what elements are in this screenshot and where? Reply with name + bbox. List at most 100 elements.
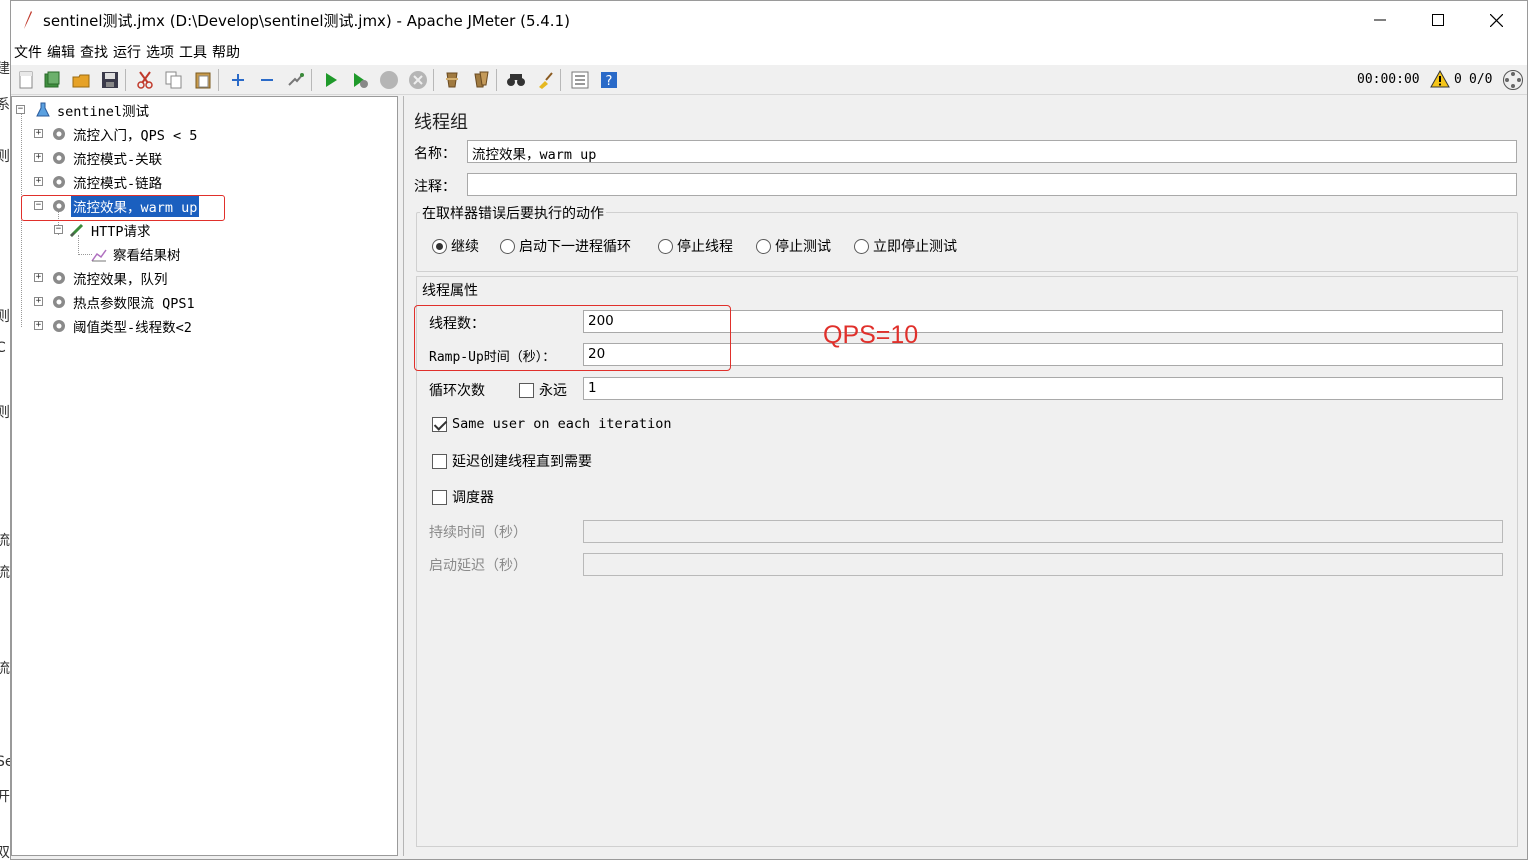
comment-field[interactable] bbox=[467, 173, 1517, 196]
comment-label: 注释： bbox=[414, 179, 456, 195]
menu-tools[interactable]: 工具 bbox=[178, 42, 211, 62]
delay-thread-creation-checkbox[interactable]: 延迟创建线程直到需要 bbox=[432, 451, 592, 471]
maximize-button[interactable] bbox=[1409, 1, 1467, 39]
scheduler-checkbox[interactable]: 调度器 bbox=[432, 487, 494, 507]
bg-fragment: 则 bbox=[0, 149, 10, 165]
toggle-button[interactable] bbox=[285, 69, 307, 91]
copy-button[interactable] bbox=[163, 69, 185, 91]
close-button[interactable] bbox=[1467, 1, 1525, 39]
function-helper-icon bbox=[571, 71, 589, 89]
radio-stop-test[interactable]: 停止测试 bbox=[756, 236, 831, 256]
gear-icon bbox=[53, 296, 65, 308]
open-button[interactable] bbox=[70, 69, 92, 91]
menu-run[interactable]: 运行 bbox=[112, 42, 145, 62]
startup-delay-label: 启动延迟（秒） bbox=[429, 558, 527, 574]
new-button[interactable] bbox=[15, 69, 37, 91]
bg-fragment: 开 bbox=[0, 789, 10, 805]
test-plan-flask-icon bbox=[36, 102, 50, 117]
shutdown-icon bbox=[409, 71, 427, 89]
close-icon bbox=[1489, 13, 1503, 27]
bg-fragment: 流 bbox=[0, 533, 10, 549]
tree-item-thread-group[interactable]: + 流控模式-关联 bbox=[34, 147, 164, 169]
new-icon bbox=[19, 71, 33, 89]
name-field[interactable]: 流控效果，warm up bbox=[467, 140, 1517, 163]
svg-text:?: ? bbox=[606, 74, 613, 89]
tree-item-thread-group[interactable]: + 流控入门，QPS < 5 bbox=[34, 123, 199, 145]
toolbar-separator bbox=[496, 69, 497, 91]
thread-group-editor: 线程组 名称： 流控效果，warm up 注释： 在取样器错误后要执行的动作 继… bbox=[403, 96, 1527, 856]
forever-checkbox[interactable]: 永远 bbox=[519, 380, 567, 400]
expand-toggle-icon[interactable]: + bbox=[34, 273, 43, 282]
toolbar-separator bbox=[125, 69, 126, 91]
clear-icon bbox=[446, 72, 458, 88]
menu-file[interactable]: 文件 bbox=[13, 42, 46, 62]
collapse-icon bbox=[261, 79, 273, 81]
help-button[interactable]: ? bbox=[598, 69, 620, 91]
bg-fragment: 双 bbox=[0, 845, 10, 861]
collapse-toggle-icon[interactable]: − bbox=[16, 105, 25, 114]
tree-item-thread-group[interactable]: + 热点参数限流 QPS1 bbox=[34, 291, 197, 313]
title-bar[interactable]: sentinel测试.jmx (D:\Develop\sentinel测试.jm… bbox=[11, 1, 1527, 39]
tree-item-label: 流控入门，QPS < 5 bbox=[73, 128, 198, 144]
startup-delay-field[interactable] bbox=[583, 553, 1503, 576]
expand-toggle-icon[interactable]: + bbox=[34, 321, 43, 330]
tree-item-thread-group[interactable]: + 流控效果，队列 bbox=[34, 267, 170, 289]
expand-toggle-icon[interactable]: + bbox=[34, 177, 43, 186]
tree-root[interactable]: − sentinel测试 bbox=[16, 99, 151, 121]
expand-toggle-icon[interactable]: + bbox=[34, 153, 43, 162]
expand-toggle-icon[interactable]: + bbox=[34, 297, 43, 306]
tree-item-thread-group[interactable]: + 流控模式-链路 bbox=[34, 171, 164, 193]
chart-icon bbox=[91, 249, 107, 262]
search-button[interactable] bbox=[505, 69, 527, 91]
radio-indicator bbox=[854, 238, 869, 254]
checkbox-label: Same user on each iteration bbox=[452, 416, 672, 432]
radio-start-next-loop[interactable]: 启动下一进程循环 bbox=[500, 236, 631, 256]
tree-root-label: sentinel测试 bbox=[57, 104, 150, 120]
radio-indicator bbox=[500, 238, 515, 254]
menu-edit[interactable]: 编辑 bbox=[46, 42, 79, 62]
tree-item-label: 流控模式-链路 bbox=[73, 176, 163, 192]
bg-fragment: 建 bbox=[0, 61, 10, 77]
reset-search-button[interactable] bbox=[534, 69, 556, 91]
stop-button[interactable] bbox=[378, 69, 400, 91]
clear-button[interactable] bbox=[441, 69, 463, 91]
same-user-checkbox[interactable]: Same user on each iteration bbox=[432, 416, 671, 432]
copy-icon bbox=[165, 71, 182, 89]
tree-item-listener[interactable]: 察看结果树 bbox=[90, 243, 183, 265]
expand-all-button[interactable] bbox=[227, 69, 249, 91]
menu-options[interactable]: 选项 bbox=[145, 42, 178, 62]
tree-item-http-sampler[interactable]: − HTTP请求 bbox=[54, 219, 153, 241]
tree-item-label: 阈值类型-线程数<2 bbox=[73, 320, 192, 336]
checkbox-indicator bbox=[432, 416, 447, 432]
radio-stop-thread[interactable]: 停止线程 bbox=[658, 236, 733, 256]
qps-annotation: QPS=10 bbox=[823, 321, 919, 349]
tree-item-thread-group[interactable]: + 阈值类型-线程数<2 bbox=[34, 315, 194, 337]
paste-button[interactable] bbox=[192, 69, 214, 91]
radio-label: 启动下一进程循环 bbox=[519, 239, 631, 255]
templates-button[interactable] bbox=[41, 69, 63, 91]
loop-count-label: 循环次数 bbox=[429, 383, 485, 399]
radio-continue[interactable]: 继续 bbox=[432, 236, 479, 256]
minimize-button[interactable] bbox=[1351, 1, 1409, 39]
start-no-pause-button[interactable] bbox=[349, 69, 371, 91]
expand-toggle-icon[interactable]: + bbox=[34, 129, 43, 138]
bg-fragment: 则 bbox=[0, 405, 10, 421]
function-helper-button[interactable] bbox=[569, 69, 591, 91]
maximize-icon bbox=[1432, 14, 1444, 26]
menu-search[interactable]: 查找 bbox=[79, 42, 112, 62]
loop-count-field[interactable]: 1 bbox=[583, 377, 1503, 400]
collapse-all-button[interactable] bbox=[256, 69, 278, 91]
duration-field[interactable] bbox=[583, 520, 1503, 543]
clear-all-button[interactable] bbox=[470, 69, 492, 91]
jmeter-feather-icon bbox=[24, 11, 32, 29]
save-button[interactable] bbox=[99, 69, 121, 91]
shutdown-button[interactable] bbox=[407, 69, 429, 91]
start-button[interactable] bbox=[320, 69, 342, 91]
window-title: sentinel测试.jmx (D:\Develop\sentinel测试.jm… bbox=[43, 12, 570, 30]
paste-icon bbox=[195, 72, 211, 89]
menu-help[interactable]: 帮助 bbox=[211, 42, 244, 62]
collapse-toggle-icon[interactable]: − bbox=[54, 225, 63, 234]
radio-stop-test-now[interactable]: 立即停止测试 bbox=[854, 236, 957, 256]
warning-icon[interactable] bbox=[1430, 70, 1450, 88]
cut-button[interactable] bbox=[134, 69, 156, 91]
